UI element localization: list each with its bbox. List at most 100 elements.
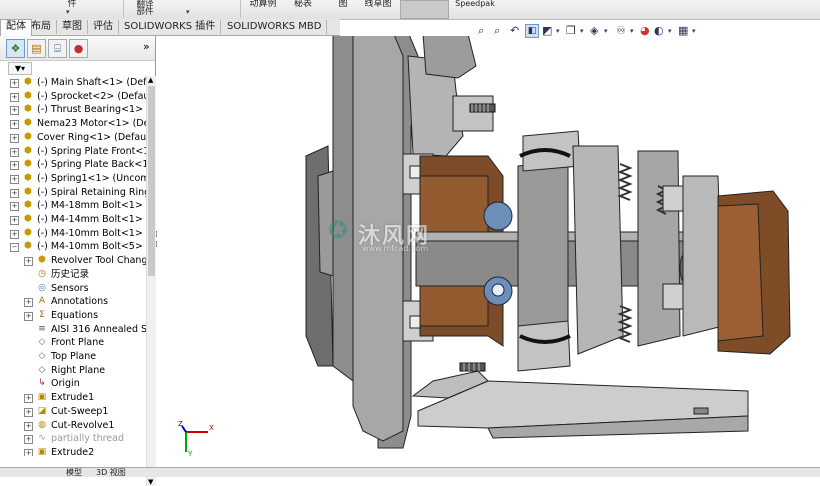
tree-item[interactable]: + ◪ Cut-Sweep1: [0, 405, 146, 418]
expand-icon[interactable]: +: [10, 92, 19, 102]
tree-item-label: Front Plane: [51, 337, 105, 349]
watermark-url: www.mfcad.com: [362, 244, 429, 253]
tree-item[interactable]: + ⬢ (-) Sprocket<2> (Default: [0, 90, 146, 103]
expand-icon[interactable]: +: [10, 174, 19, 184]
chevron-down-icon[interactable]: ▾: [186, 8, 190, 16]
tab-sketch[interactable]: 草图: [57, 20, 88, 34]
ribbon-item-drawing[interactable]: 图: [336, 0, 350, 18]
tree-item[interactable]: + ⬢ (-) Spiral Retaining Ring: [0, 186, 146, 199]
expand-icon[interactable]: +: [10, 147, 19, 157]
chevron-down-icon[interactable]: ▾: [604, 27, 608, 35]
expand-icon[interactable]: +: [24, 257, 33, 267]
tree-item[interactable]: + ⬢ (-) Main Shaft<1> (Defa: [0, 76, 146, 89]
orientation-triad: X Y Z: [178, 420, 214, 458]
part-icon: ⬢: [24, 77, 32, 87]
tab-evaluate[interactable]: 评估: [88, 20, 119, 34]
tree-item[interactable]: + ⬢ Nema23 Motor<1> (De: [0, 117, 146, 130]
tree-item[interactable]: ◇ Front Plane: [0, 336, 146, 349]
chevron-down-icon[interactable]: ▾: [692, 27, 696, 35]
expand-icon[interactable]: +: [24, 394, 33, 404]
tree-item[interactable]: + ⬢ Revolver Tool Chang: [0, 254, 146, 267]
expand-icon[interactable]: +: [10, 133, 19, 143]
part-icon: ⬢: [24, 227, 32, 238]
material-icon: ≡: [38, 323, 46, 334]
part-icon: ⬢: [24, 131, 32, 142]
expand-icon[interactable]: +: [24, 407, 33, 417]
tree-item[interactable]: ◇ Top Plane: [0, 350, 146, 363]
tree-item[interactable]: + ∿ partially thread: [0, 432, 146, 445]
tree-scrollbar[interactable]: ▲ ▼: [146, 76, 156, 486]
part-icon: ⬢: [38, 255, 46, 266]
tree-item[interactable]: ◇ Right Plane: [0, 364, 146, 377]
expand-icon[interactable]: +: [24, 435, 33, 445]
tree-item[interactable]: + ⬢ (-) Spring Plate Front<1: [0, 145, 146, 158]
ribbon-item-study[interactable]: 动算例: [245, 0, 281, 18]
expand-icon[interactable]: +: [24, 298, 33, 308]
cad-model-section-view[interactable]: [158, 36, 820, 467]
tree-item[interactable]: + ⬢ (-) Spring1<1> (Uncomp: [0, 172, 146, 185]
expand-icon[interactable]: +: [10, 229, 19, 239]
scrollbar-thumb[interactable]: [148, 86, 155, 276]
tree-item[interactable]: + ⬢ (-) M4-14mm Bolt<1> (!: [0, 213, 146, 226]
ribbon-item-translate-parts[interactable]: 翻译 部件: [131, 0, 159, 18]
tab-layout[interactable]: 布局: [26, 20, 57, 34]
plane-icon: ◇: [38, 364, 46, 375]
expand-icon[interactable]: +: [10, 202, 19, 212]
tree-item[interactable]: ≡ AISI 316 Annealed St: [0, 323, 146, 336]
appearance-icon[interactable]: ●: [69, 39, 88, 58]
expand-icon[interactable]: +: [10, 120, 19, 130]
tree-item[interactable]: + ◍ Cut-Revolve1: [0, 419, 146, 432]
tree-item[interactable]: ↳ Origin: [0, 377, 146, 390]
ribbon-item-bom[interactable]: 秘表: [290, 0, 316, 18]
tree-item-label: Nema23 Motor<1> (De: [37, 118, 146, 130]
tree-item-label: Sensors: [51, 282, 89, 294]
graphics-viewport[interactable]: ⌕ ⌕ ↶ ◧ ◩ ▾ ❒ ▾ ◈ ▾ ♾ ▾ ◕ ◐ ▾ ▦ ▾ ✪ 沐风网 …: [158, 24, 820, 467]
thread-icon: ∿: [38, 433, 46, 444]
expand-icon[interactable]: +: [24, 448, 33, 456]
chevron-down-icon[interactable]: ▾: [66, 8, 70, 16]
expand-icon[interactable]: +: [24, 311, 33, 321]
expand-icon[interactable]: +: [10, 79, 19, 88]
collapse-icon[interactable]: −: [10, 243, 19, 253]
part-icon: ⬢: [24, 241, 32, 252]
tree-item[interactable]: + Σ Equations: [0, 309, 146, 322]
part-icon: ⬢: [24, 145, 32, 156]
tree-item[interactable]: + ⬢ (-) M4-18mm Bolt<1> (!: [0, 199, 146, 212]
scroll-up-icon[interactable]: ▲: [148, 76, 153, 84]
command-tabs: 配体 布局 草图 评估 SOLIDWORKS 插件 SOLIDWORKS MBD: [0, 19, 340, 36]
expand-icon[interactable]: +: [10, 216, 19, 225]
expand-icon[interactable]: +: [10, 161, 19, 171]
property-manager-icon[interactable]: ▤: [27, 39, 46, 58]
tree-item[interactable]: + ⬢ (-) Spring Plate Back<1>: [0, 158, 146, 171]
ribbon-item-1[interactable]: 件: [62, 0, 82, 18]
scroll-down-icon[interactable]: ▼: [148, 478, 153, 486]
tree-item[interactable]: − ⬢ (-) M4-10mm Bolt<5> (!: [0, 240, 146, 253]
tree-item[interactable]: + ⬢ (-) M4-10mm Bolt<1> (!: [0, 227, 146, 240]
tree-item[interactable]: + ⬢ Cover Ring<1> (Default: [0, 131, 146, 144]
configuration-manager-icon[interactable]: ⌸: [48, 39, 67, 58]
ribbon-gray-button[interactable]: [400, 0, 449, 19]
tree-item[interactable]: + ⬢ (-) Thrust Bearing<1> (D: [0, 103, 146, 116]
chevron-down-icon[interactable]: ▾: [580, 27, 584, 35]
expand-icon[interactable]: +: [10, 188, 19, 198]
chevron-down-icon[interactable]: ▾: [668, 27, 672, 35]
tree-item-label: (-) M4-18mm Bolt<1> (!: [37, 200, 146, 212]
tree-item-label: Annotations: [51, 296, 109, 308]
ribbon-item-speedpak[interactable]: Speedpak: [455, 0, 495, 18]
filter-icon[interactable]: ▼▾: [8, 62, 32, 75]
chevron-down-icon[interactable]: ▾: [630, 27, 634, 35]
tree-item[interactable]: + A Annotations: [0, 295, 146, 308]
plane-icon: ◇: [38, 337, 46, 348]
panel-more-button[interactable]: »: [143, 40, 150, 53]
tree-item[interactable]: ◷ 历史记录: [0, 268, 146, 281]
feature-tree-icon[interactable]: ❖: [6, 39, 25, 58]
tab-solidworks-addins[interactable]: SOLIDWORKS 插件: [119, 20, 222, 34]
tree-item[interactable]: ◎ Sensors: [0, 282, 146, 295]
ribbon-item-line-sketch[interactable]: 线草图: [360, 0, 396, 18]
expand-icon[interactable]: +: [10, 106, 19, 116]
tree-item[interactable]: + ▣ Extrude2: [0, 446, 146, 456]
chevron-down-icon[interactable]: ▾: [556, 27, 560, 35]
tab-solidworks-mbd[interactable]: SOLIDWORKS MBD: [222, 20, 328, 34]
tree-item[interactable]: + ▣ Extrude1: [0, 391, 146, 404]
expand-icon[interactable]: +: [24, 421, 33, 431]
